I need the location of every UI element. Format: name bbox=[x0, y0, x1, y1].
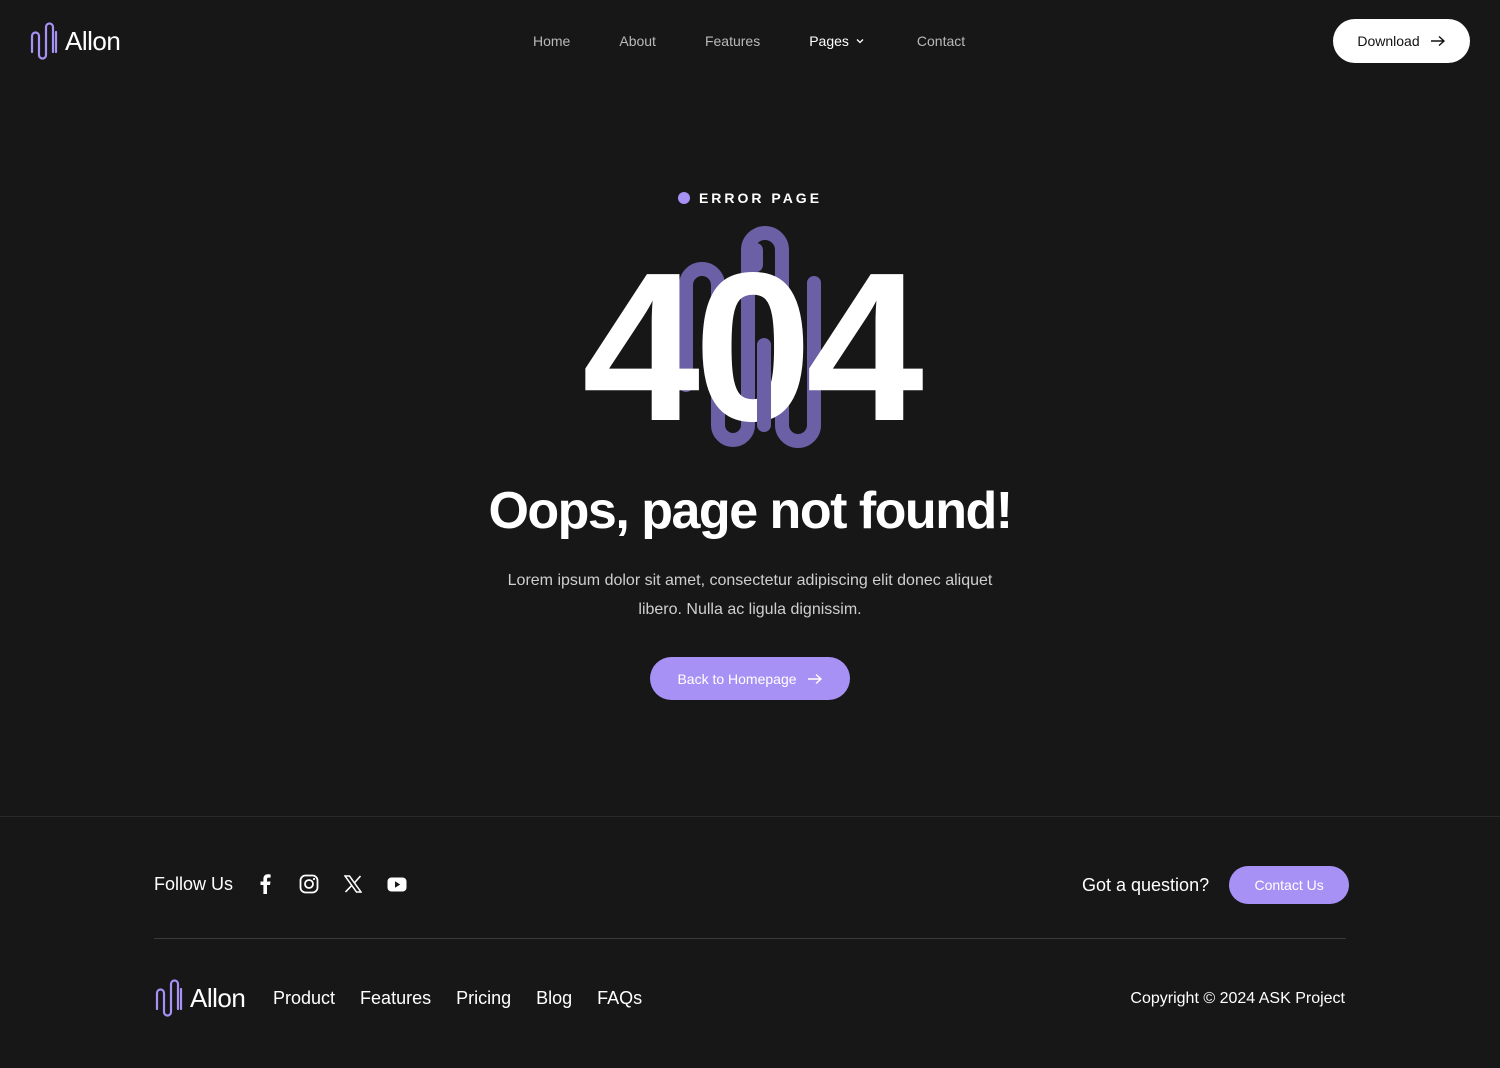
eyebrow-label: ERROR PAGE bbox=[698, 190, 823, 206]
wave-logo-icon bbox=[30, 22, 58, 60]
follow-us-label: Follow Us bbox=[154, 873, 234, 894]
contact-cta: Got a question? Contact Us bbox=[1082, 866, 1350, 904]
back-to-homepage-button[interactable]: Back to Homepage bbox=[650, 657, 850, 700]
youtube-icon bbox=[387, 877, 407, 891]
download-label: Download bbox=[1357, 33, 1420, 49]
footer-nav: Product Features Pricing Blog FAQs bbox=[273, 986, 642, 1010]
x-icon bbox=[344, 875, 363, 893]
facebook-icon bbox=[260, 874, 271, 894]
arrow-right-icon bbox=[807, 673, 822, 684]
chevron-down-icon bbox=[856, 39, 864, 44]
x-link[interactable] bbox=[341, 872, 365, 896]
youtube-link[interactable] bbox=[385, 872, 409, 896]
eyebrow-dot bbox=[677, 192, 690, 204]
footer-link-features[interactable]: Features bbox=[360, 986, 431, 1010]
contact-us-button[interactable]: Contact Us bbox=[1229, 866, 1350, 904]
footer-logo[interactable]: Allon bbox=[154, 979, 246, 1017]
error-code-graphic: 404 bbox=[582, 226, 929, 465]
wave-logo-icon bbox=[155, 979, 183, 1017]
nav-pages-dropdown[interactable]: Pages bbox=[809, 30, 865, 52]
main-nav: Home About Features Pages Contact bbox=[509, 30, 965, 52]
footer-top-border bbox=[0, 816, 1500, 817]
footer-link-blog[interactable]: Blog bbox=[536, 986, 572, 1010]
copyright: Copyright © 2024 ASK Project bbox=[1130, 990, 1345, 1007]
footer-logo-text: Allon bbox=[190, 982, 246, 1013]
facebook-link[interactable] bbox=[253, 872, 277, 896]
question-label: Got a question? bbox=[1082, 874, 1210, 895]
footer-link-faqs[interactable]: FAQs bbox=[597, 986, 642, 1010]
nav-home[interactable]: Home bbox=[533, 30, 570, 52]
instagram-icon bbox=[299, 874, 319, 894]
nav-contact[interactable]: Contact bbox=[917, 30, 965, 52]
arrow-right-icon bbox=[1430, 35, 1445, 47]
download-button[interactable]: Download bbox=[1333, 19, 1470, 63]
back-to-homepage-label: Back to Homepage bbox=[677, 670, 797, 687]
error-eyebrow: ERROR PAGE bbox=[0, 190, 1500, 206]
nav-about[interactable]: About bbox=[619, 30, 656, 52]
instagram-link[interactable] bbox=[297, 872, 321, 896]
footer-link-pricing[interactable]: Pricing bbox=[456, 986, 511, 1010]
footer-divider bbox=[154, 938, 1346, 939]
header-logo[interactable]: Allon bbox=[29, 22, 121, 60]
follow-us: Follow Us bbox=[154, 872, 429, 896]
nav-features[interactable]: Features bbox=[705, 30, 760, 52]
logo-text: Allon bbox=[65, 25, 121, 56]
error-description: Lorem ipsum dolor sit amet, consectetur … bbox=[507, 572, 993, 618]
page-title: Oops, page not found! bbox=[488, 482, 1013, 540]
site-header: Allon Home About Features Pages Contact … bbox=[0, 0, 1500, 82]
nav-pages-label: Pages bbox=[809, 33, 849, 49]
footer-link-product[interactable]: Product bbox=[273, 986, 335, 1010]
